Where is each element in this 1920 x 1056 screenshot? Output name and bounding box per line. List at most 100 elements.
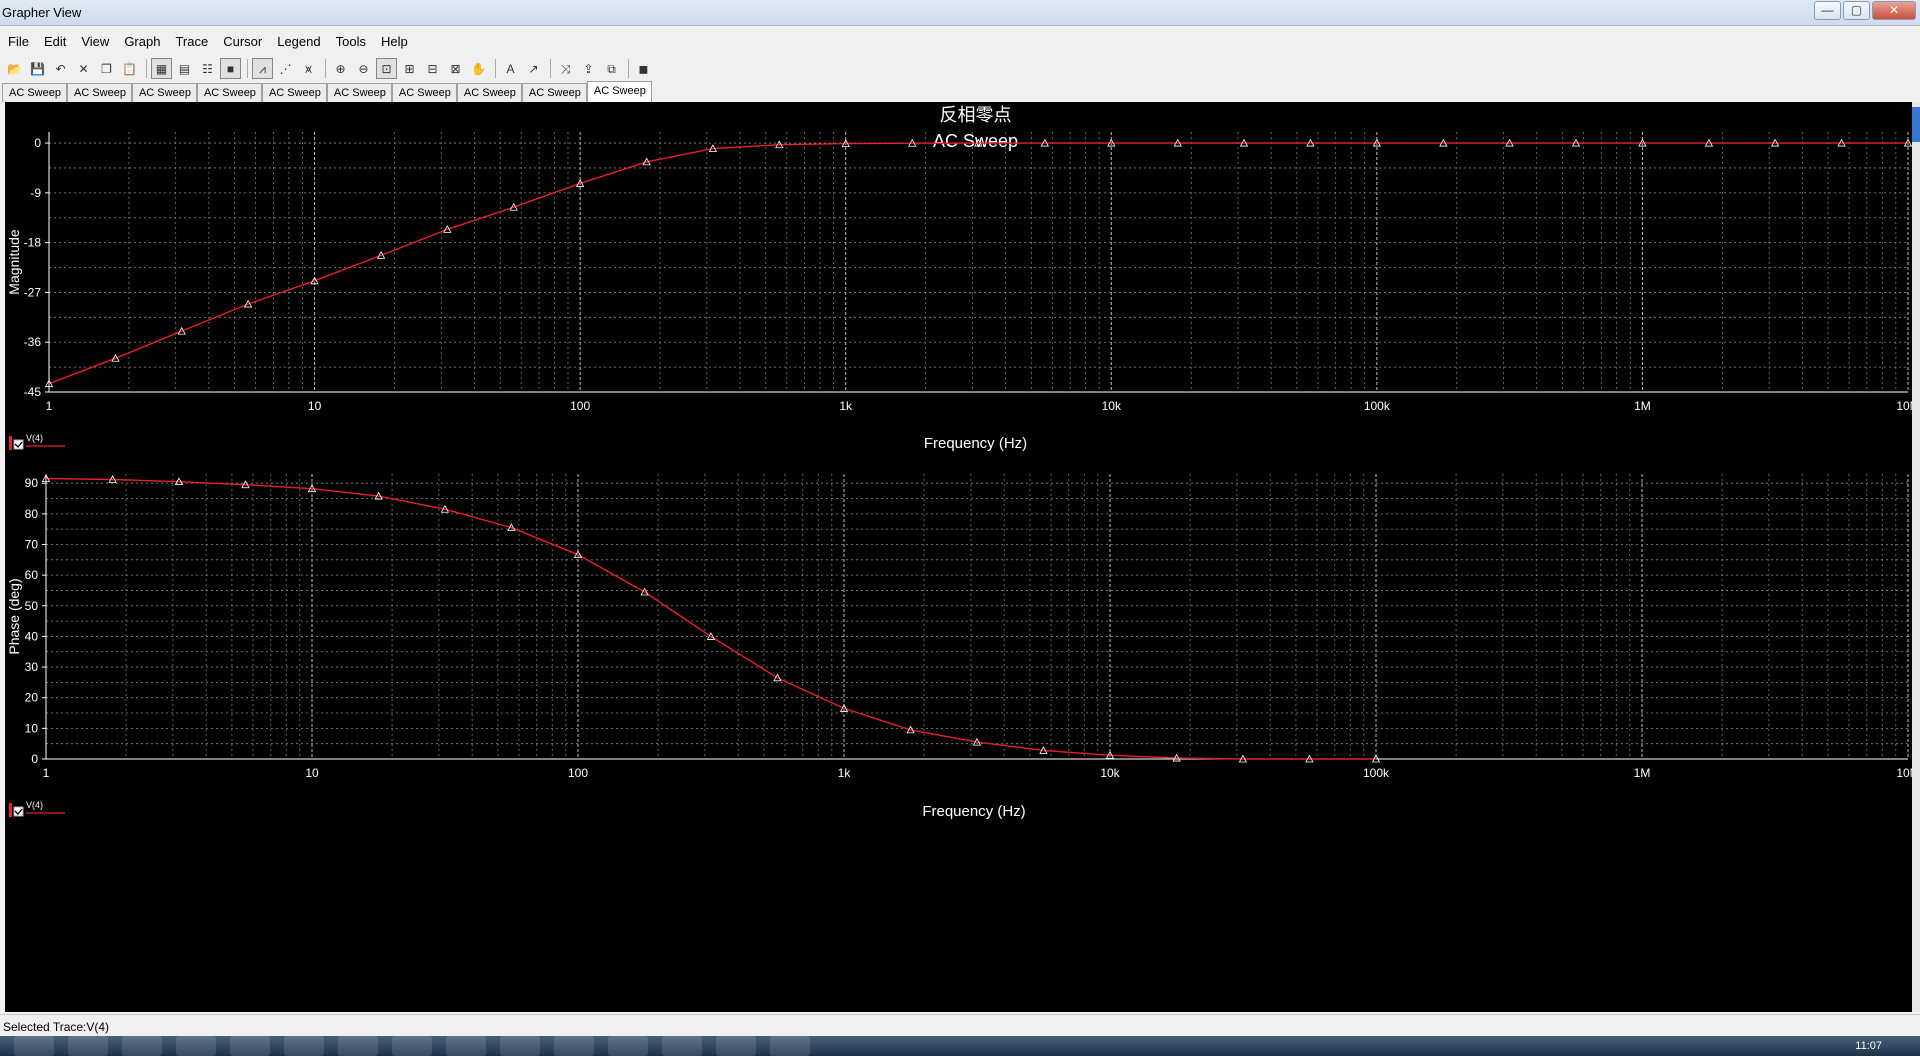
menu-trace[interactable]: Trace: [167, 30, 215, 54]
tab-ac-sweep-1[interactable]: AC Sweep: [2, 83, 67, 102]
y-tick-label: 20: [25, 691, 39, 705]
tab-ac-sweep-3[interactable]: AC Sweep: [131, 83, 197, 102]
window-title: Grapher View: [2, 5, 82, 20]
plot-area[interactable]: 1101001k10k100k1M10M0-9-18-27-36-45反相零点A…: [5, 102, 1915, 1012]
tab-ac-sweep-8[interactable]: AC Sweep: [456, 83, 522, 102]
zoom-area-icon[interactable]: ⊡: [376, 57, 397, 79]
arrow-icon[interactable]: ↗: [523, 58, 544, 79]
taskbar-app[interactable]: [338, 1036, 378, 1056]
y-tick-label: 10: [25, 721, 39, 735]
tab-ac-sweep-6[interactable]: AC Sweep: [326, 83, 392, 102]
cursor-icon[interactable]: ⋰: [275, 58, 296, 79]
menu-file[interactable]: File: [0, 30, 36, 54]
overlay-icon[interactable]: ⤨: [555, 58, 576, 79]
menu-graph[interactable]: Graph: [116, 30, 167, 54]
menu-edit[interactable]: Edit: [36, 30, 73, 54]
y-tick-label: -18: [24, 236, 42, 250]
menu-view[interactable]: View: [73, 30, 116, 54]
zoom-fit-icon[interactable]: ⊞: [399, 58, 420, 79]
x-tick-label: 1M: [1634, 399, 1651, 413]
menu-legend[interactable]: Legend: [269, 30, 327, 54]
taskbar-app[interactable]: [554, 1036, 594, 1056]
cut-icon[interactable]: ✕: [73, 58, 94, 79]
undo-icon[interactable]: ↶: [50, 58, 71, 79]
taskbar: 11:07: [0, 1036, 1920, 1056]
black-bg-icon[interactable]: ■: [220, 57, 241, 79]
copy-icon[interactable]: ❐: [96, 58, 117, 79]
taskbar-app[interactable]: [770, 1036, 810, 1056]
tab-ac-sweep-7[interactable]: AC Sweep: [391, 83, 457, 102]
taskbar-app[interactable]: [392, 1036, 432, 1056]
tab-ac-sweep-2[interactable]: AC Sweep: [66, 83, 132, 102]
tab-ac-sweep-4[interactable]: AC Sweep: [196, 83, 262, 102]
tab-strip: AC Sweep AC Sweep AC Sweep AC Sweep AC Sweep…: [2, 81, 652, 102]
text-icon[interactable]: A: [500, 58, 521, 79]
tab-ac-sweep-5[interactable]: AC Sweep: [261, 83, 327, 102]
grapher-charts[interactable]: 1101001k10k100k1M10M0-9-18-27-36-45反相零点A…: [5, 102, 1912, 1012]
show-points-icon[interactable]: ⩙: [298, 58, 319, 79]
toolbar-separator: [628, 58, 629, 78]
vertical-scrollbar[interactable]: [1912, 102, 1920, 1012]
legend-label: V(4): [26, 800, 43, 810]
status-text: Selected Trace:V(4): [3, 1020, 110, 1034]
close-button[interactable]: ✕: [1872, 1, 1916, 20]
trace-icon[interactable]: ⩘: [252, 57, 273, 79]
tab-ac-sweep-9[interactable]: AC Sweep: [521, 83, 587, 102]
menu-help[interactable]: Help: [373, 30, 415, 54]
taskbar-app[interactable]: [284, 1036, 324, 1056]
taskbar-app[interactable]: [446, 1036, 486, 1056]
start-button[interactable]: [14, 1036, 54, 1056]
zoom-in-icon[interactable]: ⊕: [330, 58, 351, 79]
taskbar-app[interactable]: [662, 1036, 702, 1056]
toolbar-separator: [325, 58, 326, 78]
export-icon[interactable]: ⇪: [578, 58, 599, 79]
save-icon[interactable]: 💾: [27, 58, 48, 79]
taskbar-app[interactable]: [716, 1036, 756, 1056]
series-line-v4: [48, 142, 1908, 385]
x-tick-label: 1M: [1634, 766, 1651, 780]
paste-icon[interactable]: 📋: [119, 58, 140, 79]
taskbar-app[interactable]: [608, 1036, 648, 1056]
x-tick-label: 100k: [1364, 399, 1391, 413]
grid-icon[interactable]: ▦: [151, 57, 172, 79]
y-tick-label: 70: [25, 537, 39, 551]
open-icon[interactable]: 📂: [4, 58, 25, 79]
taskbar-app[interactable]: [176, 1036, 216, 1056]
menu-cursor[interactable]: Cursor: [215, 30, 269, 54]
taskbar-app[interactable]: [500, 1036, 540, 1056]
zoom-x-icon[interactable]: ⊟: [422, 58, 443, 79]
window-titlebar: Grapher View — ▢ ✕: [0, 0, 1920, 26]
grid-alt-icon[interactable]: ▤: [174, 58, 195, 79]
toolbar-separator: [146, 58, 147, 78]
y-tick-label: -9: [30, 186, 41, 200]
x-tick-label: 10M: [1896, 399, 1912, 413]
x-tick-label: 10: [305, 766, 319, 780]
minimize-button[interactable]: —: [1814, 1, 1841, 20]
scrollbar-thumb[interactable]: [1912, 107, 1920, 142]
maximize-button[interactable]: ▢: [1843, 1, 1870, 20]
legend-label: V(4): [26, 433, 43, 443]
y-tick-label: 0: [34, 136, 41, 150]
x-tick-label: 1: [46, 399, 53, 413]
series-line-v4: [45, 477, 1376, 760]
zoom-out-icon[interactable]: ⊖: [353, 58, 374, 79]
taskbar-app[interactable]: [230, 1036, 270, 1056]
copy-graph-icon[interactable]: ⧉: [601, 58, 622, 79]
y-axis-label: Magnitude: [6, 229, 22, 295]
taskbar-app[interactable]: [68, 1036, 108, 1056]
zoom-y-icon[interactable]: ⊠: [445, 58, 466, 79]
y-tick-label: 80: [25, 507, 39, 521]
legend-icon[interactable]: ☷: [197, 58, 218, 79]
y-tick-label: -45: [24, 385, 42, 399]
taskbar-app[interactable]: [122, 1036, 162, 1056]
menu-tools[interactable]: Tools: [328, 30, 373, 54]
pan-icon[interactable]: ✋: [468, 58, 489, 79]
y-tick-label: 60: [25, 568, 39, 582]
tab-ac-sweep-10[interactable]: AC Sweep: [586, 81, 652, 102]
y-tick-label: 30: [25, 660, 39, 674]
stop-icon[interactable]: ◼: [633, 58, 654, 79]
y-axis-label: Phase (deg): [6, 578, 22, 654]
y-tick-label: 50: [25, 599, 39, 613]
x-tick-label: 10: [308, 399, 322, 413]
chart-subtitle: AC Sweep: [933, 131, 1018, 151]
